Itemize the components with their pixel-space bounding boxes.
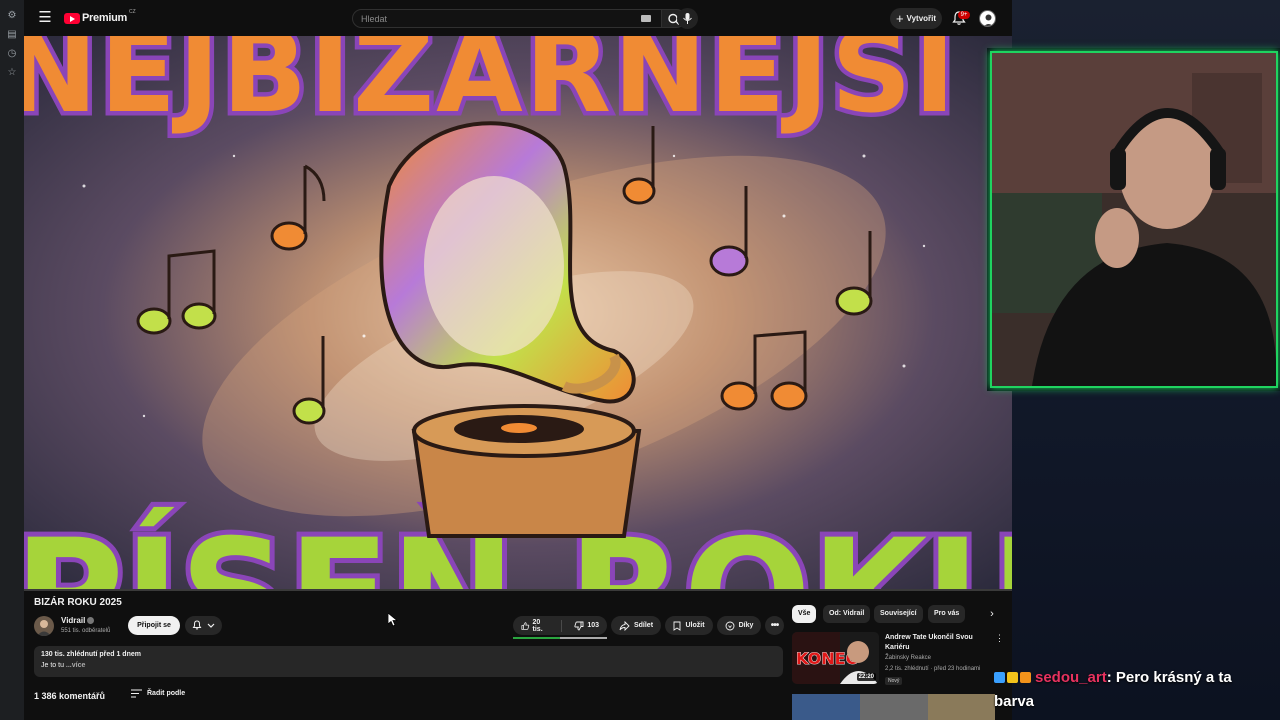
youtube-play-icon [64,12,80,24]
subscription-notifications-button[interactable] [185,616,222,635]
like-ratio-bar [513,637,607,639]
filter-chip-from-channel[interactable]: Od: Vidrail [823,605,871,623]
sort-comments-button[interactable]: Řadit podle [131,689,185,698]
bookmark-icon[interactable]: ▤ [0,25,24,44]
sort-icon [131,689,142,698]
search-box [352,9,662,28]
chat-message: sedou_art: Pero krásný a ta barva [994,666,1274,714]
share-label: Sdílet [633,622,654,629]
share-icon [619,620,630,631]
join-button[interactable]: Připojit se [128,616,180,635]
bell-icon [192,620,202,630]
keyboard-icon[interactable] [641,15,651,22]
description-text: Je to tu ...více [41,662,85,669]
microphone-icon [683,13,692,24]
divider [561,619,563,632]
related-video-thumbnail-next[interactable] [792,694,995,720]
badge-icon [1007,672,1018,683]
chevron-down-icon [207,623,215,628]
related-video-channel[interactable]: Žabinsky Reakce [885,655,931,661]
new-badge: Nový [885,677,903,685]
related-filter-chips: Vše Od: Vidrail Související Pro vás [792,605,1002,624]
chat-badges [994,672,1031,683]
thumbs-up-icon [521,621,530,630]
filter-chip-all[interactable]: Vše [792,605,817,623]
related-video-thumbnail[interactable]: KONEC 22:20 [792,632,879,684]
channel-name: Vidrail [61,616,86,625]
bookmark-icon [674,621,681,631]
thumbs-down-icon [574,621,584,630]
thanks-label: Díky [738,622,754,629]
kebab-menu-icon[interactable]: ⋮ [995,633,1004,644]
like-dislike-group: 20 tis. 103 [513,616,607,635]
description-snippet: Je to tu [41,662,66,669]
filter-chip-related[interactable]: Související [874,605,923,623]
view-count-and-date: 130 tis. zhlédnutí před 1 dnem [41,651,141,658]
like-button[interactable]: 20 tis. [513,616,557,635]
search-input[interactable] [361,12,601,25]
channel-name-link[interactable]: Vidrail [61,616,95,625]
star-icon[interactable]: ☆ [0,63,24,82]
like-ratio-dislikes [560,637,607,639]
subscriber-count: 551 tis. odběratelů [61,628,111,634]
share-button[interactable]: Sdílet [611,616,661,635]
like-ratio-likes [513,637,560,639]
youtube-logo[interactable]: Premium CZ [64,9,136,25]
logo-region: CZ [128,9,136,15]
video-player[interactable]: NEJBIZÁRNĚJŠÍ PÍSEŇ ROKU 2025 [24,36,1012,589]
mouse-cursor-icon [388,613,398,627]
voice-search-button[interactable] [677,8,698,29]
comments-count: 1 386 komentářů [34,691,106,701]
save-button[interactable]: Uložit [665,616,713,635]
related-video-meta: 2,2 tis. zhlédnutí · před 23 hodinami [885,666,981,672]
super-thanks-icon [725,621,735,630]
badge-icon [994,672,1005,683]
badge-icon [1020,672,1031,683]
show-more-link[interactable]: ...více [66,662,85,669]
create-button[interactable]: + Vytvořit [890,8,942,29]
webcam-feed [990,51,1278,388]
video-frame-art: NEJBIZÁRNĚJŠÍ PÍSEŇ ROKU 2025 [24,36,1012,589]
verified-icon [87,617,95,624]
settings-icon[interactable]: ⚙ [0,6,24,25]
hamburger-menu-icon[interactable]: ☰ [36,8,54,28]
youtube-header: ☰ Premium CZ + Vytvořit 9+ [24,0,1012,36]
video-title: BIZÁR ROKU 2025 [34,597,122,608]
dislike-count: 103 [587,622,599,629]
sort-label: Řadit podle [147,690,186,697]
logo-brand-text: Premium [82,12,127,24]
filter-chip-for-you[interactable]: Pro vás [928,605,966,623]
chat-username: sedou_art [1035,669,1107,686]
notifications-badge: 9+ [958,11,970,19]
browser-sidebar: ⚙ ▤ ◷ ☆ [0,0,24,720]
dislike-button[interactable]: 103 [566,616,607,635]
video-duration: 22:20 [856,673,876,681]
video-progress-bar[interactable] [24,589,1012,591]
like-count: 20 tis. [532,618,543,633]
thanks-button[interactable]: Díky [717,616,761,635]
plus-icon: + [895,11,904,26]
create-label: Vytvořit [906,14,937,23]
channel-avatar[interactable] [34,616,54,636]
chevron-right-icon[interactable]: › [984,605,1000,623]
history-icon[interactable]: ◷ [0,44,24,63]
save-label: Uložit [685,622,705,629]
related-video-title[interactable]: Andrew Tate Ukončil Svou Kariéru [885,633,985,653]
description-box[interactable]: 130 tis. zhlédnutí před 1 dnem Je to tu … [34,646,783,677]
more-actions-icon[interactable]: ••• [765,616,784,635]
account-avatar[interactable] [979,10,996,27]
